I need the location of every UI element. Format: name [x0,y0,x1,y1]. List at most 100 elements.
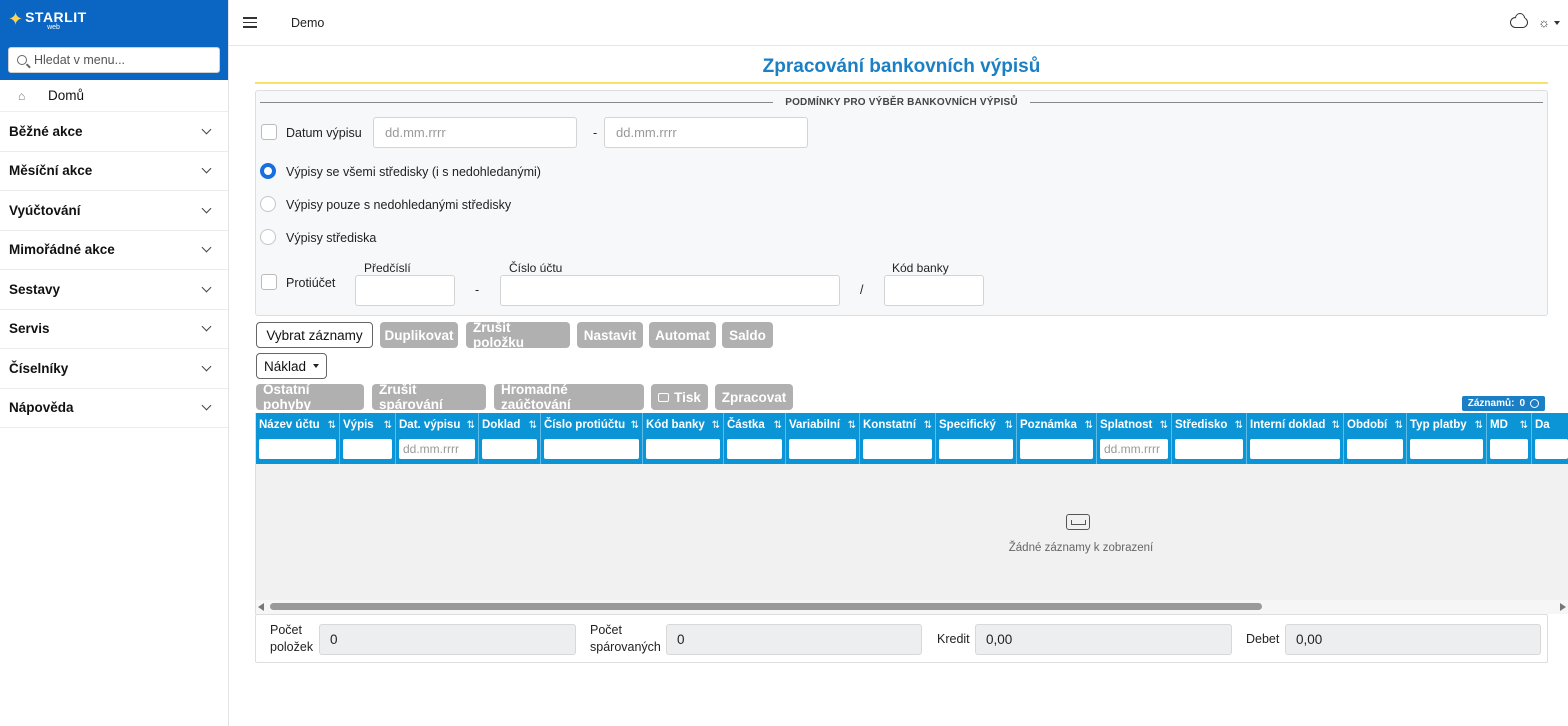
filter-bank-code[interactable] [646,439,720,459]
duplicate-button[interactable]: Duplikovat [380,322,458,348]
print-button[interactable]: Tisk [651,384,708,410]
sidebar-item-bezne-akce[interactable]: Běžné akce [0,112,228,152]
col-account-name[interactable]: Název účtu ⇅ [256,413,340,464]
filter-constant[interactable] [863,439,932,459]
menu-search-input[interactable] [34,53,211,67]
automat-button[interactable]: Automat [649,322,716,348]
filter-document[interactable] [482,439,537,459]
col-document[interactable]: Doklad ⇅ [479,413,541,464]
filter-center[interactable] [1175,439,1243,459]
filter-due-date[interactable]: dd.mm.rrrr [1100,439,1168,459]
menu-search [8,47,220,73]
sun-icon[interactable]: ☼ [1538,15,1550,30]
print-button-label: Tisk [674,389,701,405]
records-table: Název účtu ⇅ Výpis ⇅ Dat. výpisu ⇅ dd.mm.rrr… [255,413,1568,614]
other-moves-button[interactable]: Ostatní pohyby [256,382,364,412]
prefix-input[interactable] [355,275,455,306]
col-da[interactable]: Da [1532,413,1568,464]
search-icon [17,55,27,65]
col-counter-account[interactable]: Číslo protiúčtu ⇅ [541,413,643,464]
col-bank-code[interactable]: Kód banky ⇅ [643,413,724,464]
records-count-badge[interactable]: Záznamů: 0 [1461,396,1545,411]
col-md[interactable]: MD ⇅ [1487,413,1532,464]
filter-statement[interactable] [343,439,392,459]
filter-statement-date[interactable]: dd.mm.rrrr [399,439,475,459]
sidebar-item-label: Sestavy [9,281,61,297]
scroll-right-icon[interactable] [1560,603,1566,611]
sidebar-item-mesicni-akce[interactable]: Měsíční akce [0,152,228,191]
account-input[interactable] [500,275,840,306]
cancel-item-button[interactable]: Zrušit položku [466,320,570,350]
records-count-label: Záznamů: [1467,398,1515,409]
page-title: Zpracování bankovních výpisů [255,56,1548,84]
radio-unfound-centers[interactable] [260,196,276,212]
hamburger-menu-icon[interactable] [243,17,257,28]
col-note[interactable]: Poznámka ⇅ [1017,413,1097,464]
filter-amount[interactable] [727,439,782,459]
filter-variable[interactable] [789,439,856,459]
radio-center[interactable] [260,229,276,245]
filter-internal-document[interactable] [1250,439,1340,459]
caret-down-icon [313,364,320,368]
filter-da[interactable] [1535,439,1568,459]
filter-account-name[interactable] [259,439,336,459]
scroll-left-icon[interactable] [258,603,264,611]
radio-all-centers[interactable] [260,163,276,179]
scrollbar-thumb[interactable] [270,603,1262,610]
filter-payment-type[interactable] [1410,439,1483,459]
prefix-separator: - [475,283,480,297]
cost-dropdown[interactable]: Náklad [256,353,327,379]
radio-all-centers-label: Výpisy se všemi středisky (i s nedohleda… [286,165,541,179]
gear-icon[interactable] [1530,399,1539,408]
col-period[interactable]: Období ⇅ [1344,413,1407,464]
set-button[interactable]: Nastavit [577,322,643,348]
date-from-input[interactable]: dd.mm.rrrr [373,117,577,148]
col-due-date[interactable]: Splatnost ⇅ dd.mm.rrrr [1097,413,1172,464]
filter-note[interactable] [1020,439,1093,459]
chevron-down-icon [201,163,212,174]
date-to-input[interactable]: dd.mm.rrrr [604,117,808,148]
col-internal-document[interactable]: Interní doklad ⇅ [1247,413,1344,464]
records-count-value: 0 [1519,398,1525,409]
sidebar-item-mimoradne-akce[interactable]: Mimořádné akce [0,231,228,270]
cloud-icon[interactable] [1510,17,1529,28]
sidebar-item-label: Měsíční akce [9,163,93,179]
select-records-button[interactable]: Vybrat záznamy [256,322,373,348]
sidebar-item-label: Nápověda [9,400,74,416]
bank-code-input[interactable] [884,275,984,306]
bulk-posting-button[interactable]: Hromadné zaúčtování [494,382,644,412]
sidebar-item-napoveda[interactable]: Nápověda [0,389,228,428]
filter-period[interactable] [1347,439,1403,459]
col-variable[interactable]: Variabilní ⇅ [786,413,860,464]
col-specific[interactable]: Specifický ⇅ [936,413,1017,464]
col-center[interactable]: Středisko ⇅ [1172,413,1247,464]
sidebar-item-servis[interactable]: Servis [0,310,228,349]
filter-md[interactable] [1490,439,1528,459]
sidebar-item-home[interactable]: ⌂ Domů [0,80,228,112]
sidebar-item-vyuctovani[interactable]: Vyúčtování [0,191,228,231]
main-content: Demo ☼ Zpracování bankovních výpisů PODM… [229,0,1568,726]
process-button[interactable]: Zpracovat [715,384,793,410]
radio-unfound-centers-label: Výpisy pouze s nedohledanými středisky [286,198,512,212]
col-statement-date[interactable]: Dat. výpisu ⇅ dd.mm.rrrr [396,413,479,464]
counter-account-checkbox[interactable] [261,274,277,290]
saldo-button[interactable]: Saldo [722,322,773,348]
filter-counter-account[interactable] [544,439,639,459]
chevron-down-icon [201,203,212,214]
caret-down-icon[interactable] [1554,20,1560,25]
col-payment-type[interactable]: Typ platby ⇅ [1407,413,1487,464]
sidebar-item-ciselniky[interactable]: Číselníky [0,349,228,389]
bank-separator: / [860,283,864,297]
col-statement[interactable]: Výpis ⇅ [340,413,396,464]
logo[interactable]: ✦ STARLIT web [8,10,220,38]
chevron-down-icon [201,361,212,372]
filter-specific[interactable] [939,439,1013,459]
chevron-down-icon [201,124,212,135]
col-constant[interactable]: Konstatní ⇅ [860,413,936,464]
horizontal-scrollbar[interactable] [256,600,1568,614]
date-checkbox[interactable] [261,124,277,140]
sidebar-item-sestavy[interactable]: Sestavy [0,270,228,310]
filter-panel: PODMÍNKY PRO VÝBĚR BANKOVNÍCH VÝPISŮ Dat… [255,90,1548,316]
col-amount[interactable]: Částka ⇅ [724,413,786,464]
cancel-pairing-button[interactable]: Zrušit spárování [372,382,486,412]
